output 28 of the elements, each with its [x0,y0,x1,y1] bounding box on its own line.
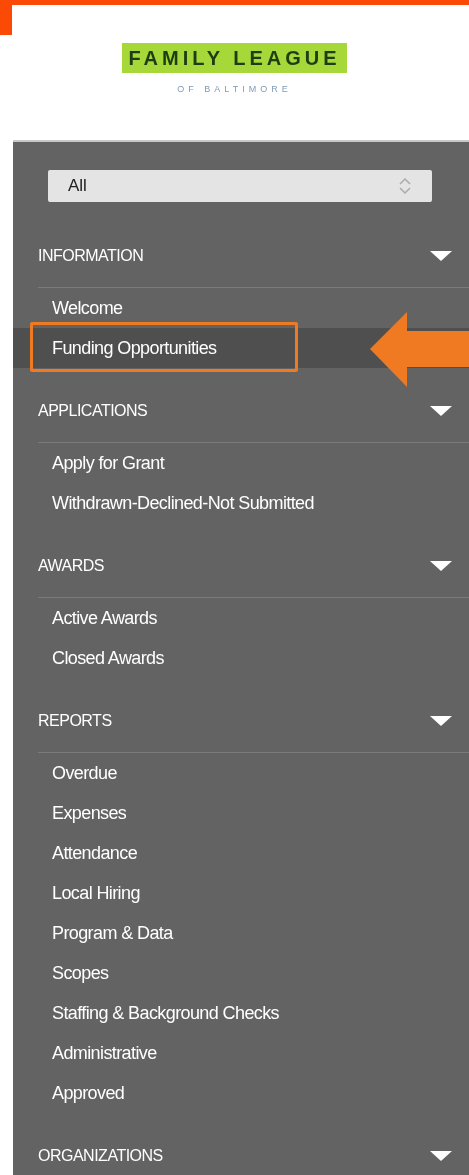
nav-item[interactable]: Attendance [52,839,138,867]
section-header[interactable]: AWARDS [38,553,105,578]
nav-item[interactable]: Closed Awards [52,644,164,672]
dropdown-triangle-icon[interactable] [430,560,452,571]
dropdown-triangle-icon[interactable] [430,715,452,726]
nav-item[interactable]: Apply for Grant [52,449,165,477]
dropdown-triangle-icon[interactable] [430,250,452,261]
nav-item[interactable]: Expenses [52,799,127,827]
logo-subtitle: OF BALTIMORE [177,83,292,96]
section-header[interactable]: APPLICATIONS [38,398,148,423]
nav-item[interactable]: Program & Data [52,919,173,947]
dropdown-triangle-icon[interactable] [430,1150,452,1161]
up-down-chevron-icon [398,176,412,196]
nav-item[interactable]: Administrative [52,1039,157,1067]
nav-item[interactable]: Staffing & Background Checks [52,999,279,1027]
nav-item[interactable]: Local Hiring [52,879,140,907]
section-header[interactable]: INFORMATION [38,243,144,268]
nav-item[interactable]: Withdrawn-Declined-Not Submitted [52,489,314,517]
nav-item[interactable]: Scopes [52,959,109,987]
nav-item[interactable]: Overdue [52,759,117,787]
nav-item[interactable]: Approved [52,1079,125,1107]
filter-select[interactable]: All [48,170,432,202]
nav-item[interactable]: Welcome [52,294,123,322]
dropdown-triangle-icon[interactable] [430,405,452,416]
nav-item[interactable]: Active Awards [52,604,157,632]
section-header[interactable]: ORGANIZATIONS [38,1143,163,1168]
logo-title: FAMILY LEAGUE [122,43,347,73]
section-header[interactable]: REPORTS [38,708,112,733]
